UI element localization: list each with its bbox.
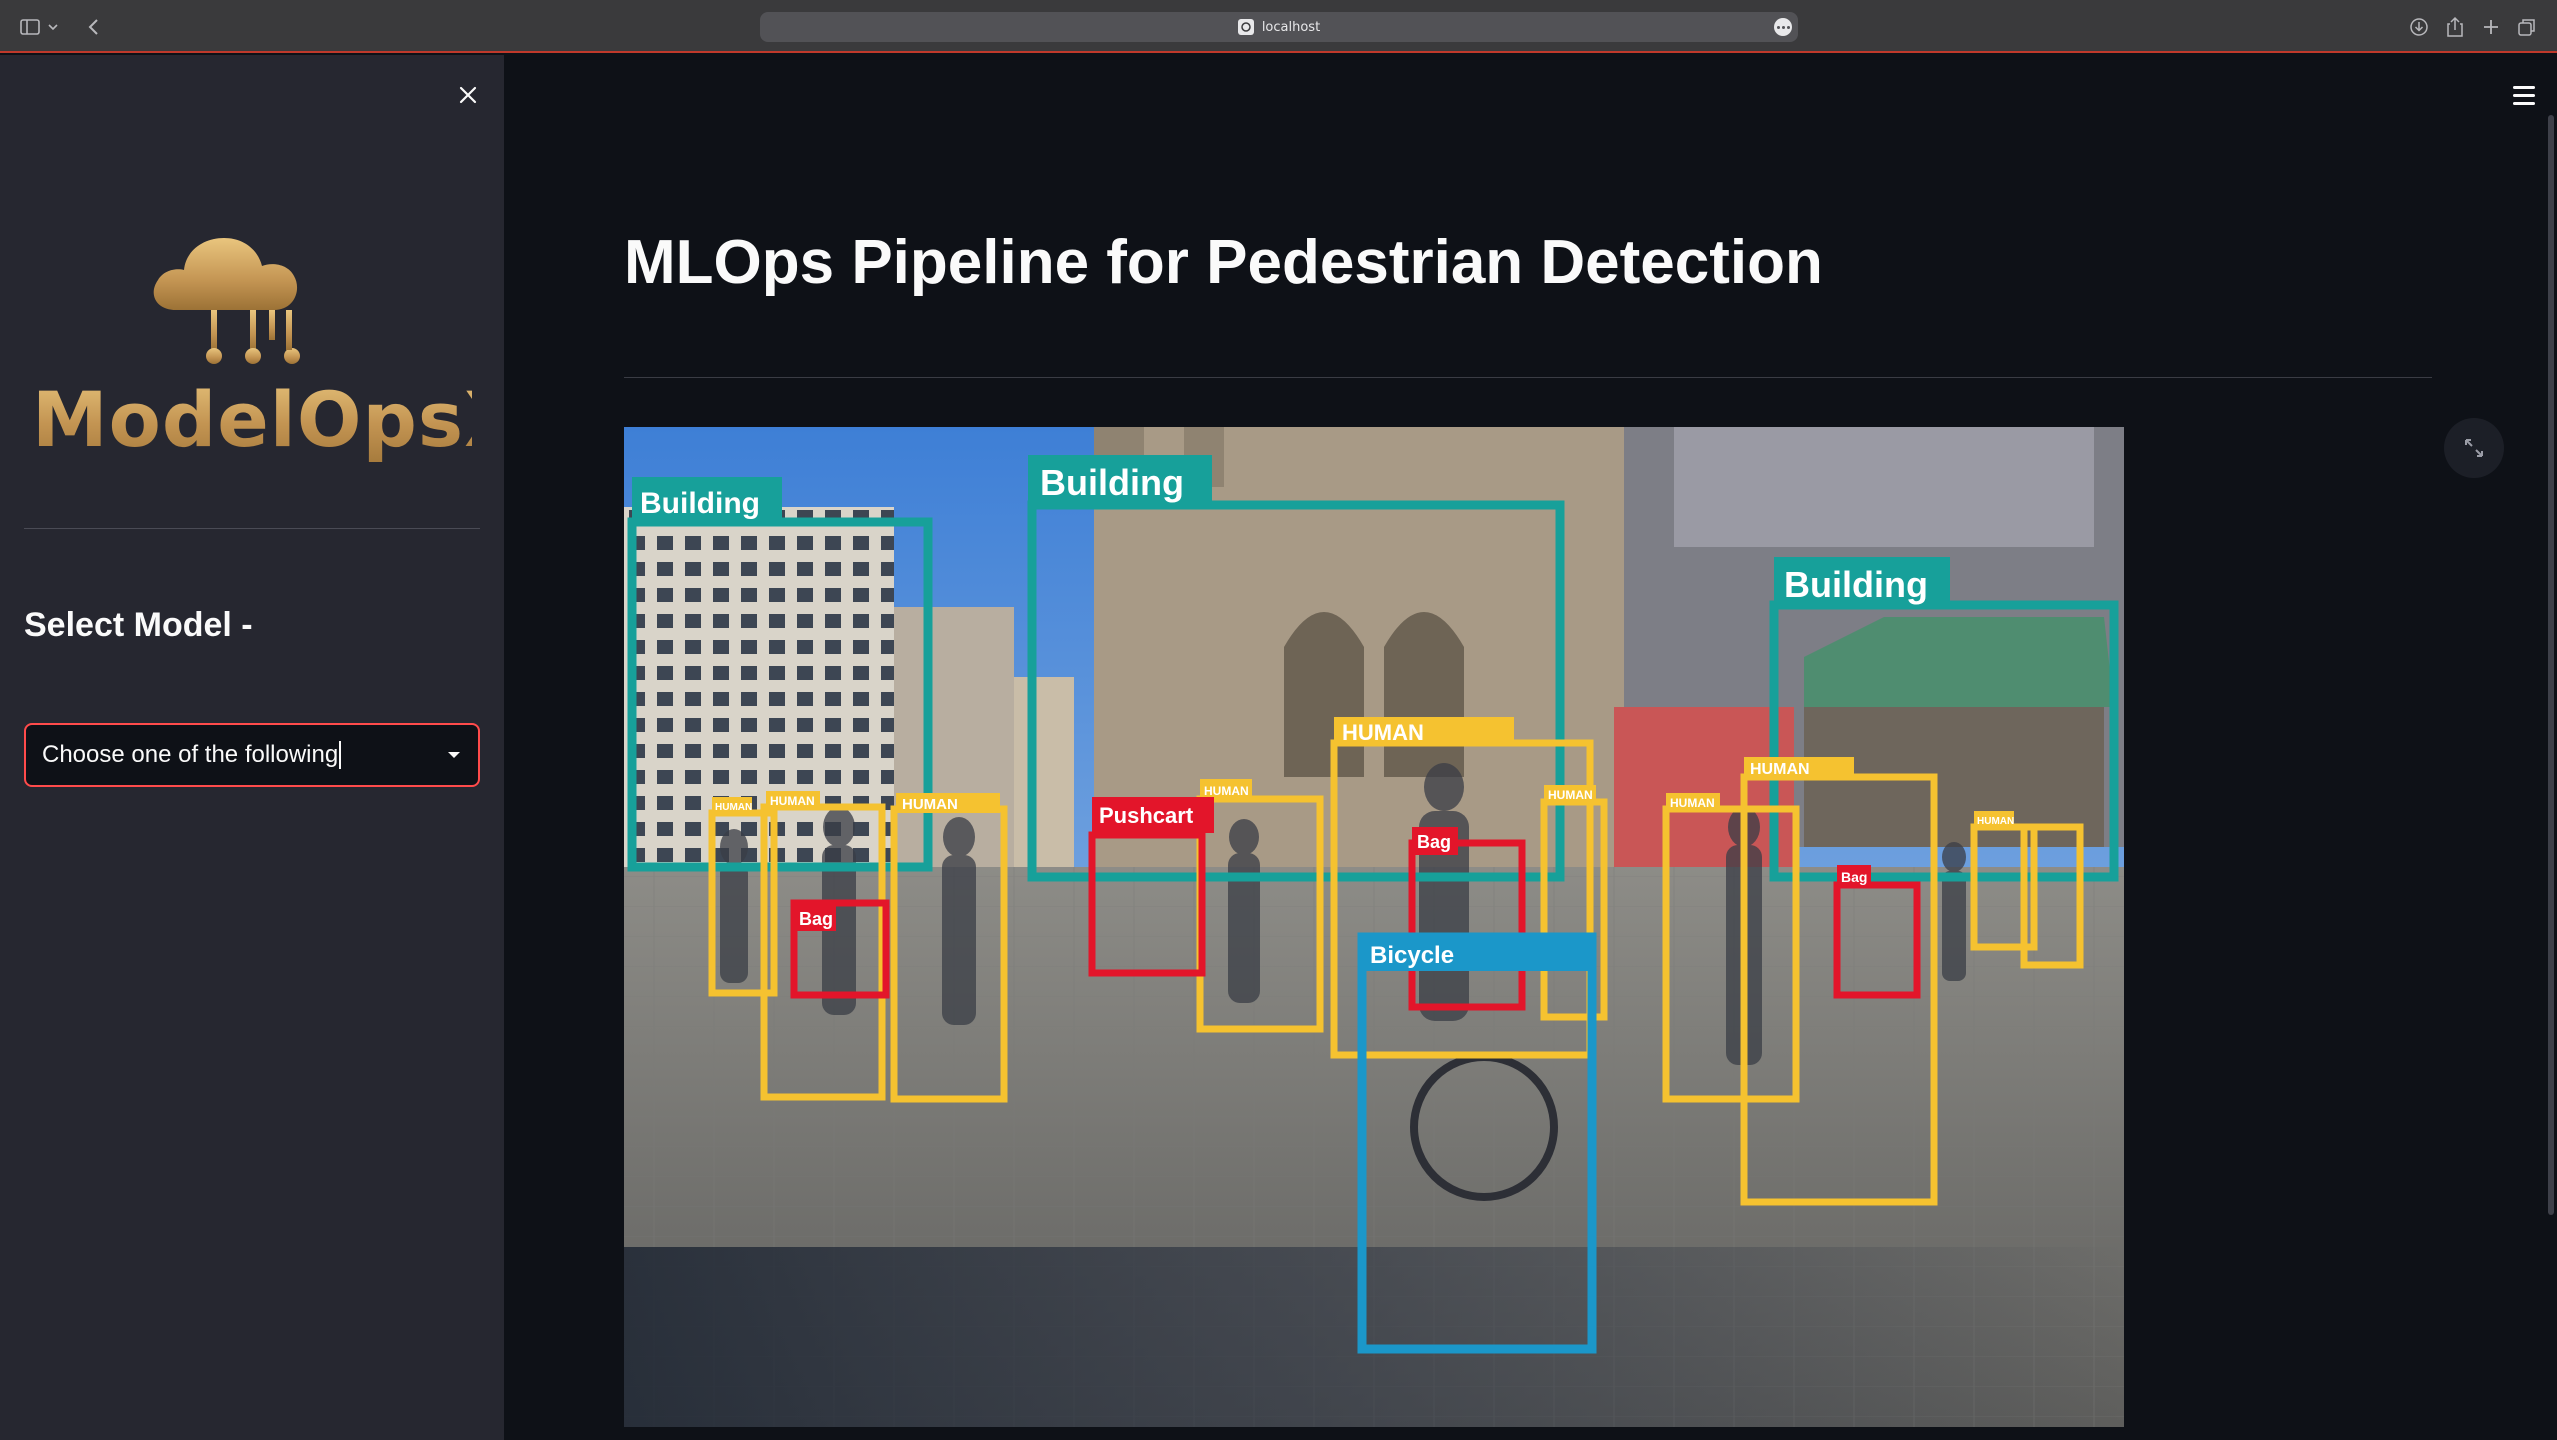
main-menu-icon[interactable] <box>2508 79 2540 111</box>
download-icon[interactable] <box>2405 13 2433 41</box>
sidebar: ModelOpsX Select Model - Choose one of t… <box>0 55 524 1440</box>
human-label-5: HUMAN <box>1204 784 1249 798</box>
human-label-9: HUMAN <box>1977 816 2014 827</box>
scrollbar[interactable] <box>2548 115 2554 1215</box>
select-model-heading: Select Model - <box>24 606 253 644</box>
share-icon[interactable] <box>2441 13 2469 41</box>
human-label-8: HUMAN <box>1670 796 1715 810</box>
url-text: localhost <box>1261 19 1321 35</box>
pushcart-label: Pushcart <box>1099 803 1194 828</box>
more-options-icon[interactable] <box>1774 18 1792 36</box>
chevron-down-icon[interactable] <box>46 13 60 41</box>
close-icon <box>459 86 477 104</box>
building-label-3: Building <box>1784 564 1928 605</box>
bicycle-label: Bicycle <box>1370 942 1454 969</box>
main-content: MLOps Pipeline for Pedestrian Detection <box>504 55 2557 1440</box>
sidebar-divider <box>24 528 480 529</box>
cloud-logo-icon <box>153 238 300 364</box>
title-divider <box>624 377 2432 378</box>
sidebar-toggle-icon[interactable] <box>16 13 44 41</box>
building-label-1: Building <box>640 487 760 520</box>
site-favicon-icon <box>1237 19 1254 35</box>
human-label-6: HUMAN <box>715 802 752 813</box>
browser-toolbar: localhost <box>0 0 2557 53</box>
fullscreen-button[interactable] <box>2444 418 2504 478</box>
bag-label-3: Bag <box>1841 869 1867 885</box>
close-sidebar-button[interactable] <box>451 78 485 112</box>
pedestrian-detection-image: Building Building Building HUMAN HUMAN H… <box>624 427 2124 1427</box>
brand-logo <box>28 210 478 530</box>
bag-label-1: Bag <box>799 909 833 929</box>
address-bar[interactable]: localhost <box>760 12 1798 42</box>
human-label-3: HUMAN <box>770 794 815 808</box>
human-label-2: HUMAN <box>1750 761 1810 778</box>
new-tab-icon[interactable] <box>2477 13 2505 41</box>
tab-overview-icon[interactable] <box>2513 13 2541 41</box>
back-icon[interactable] <box>80 13 108 41</box>
building-label-2: Building <box>1040 462 1184 503</box>
bag-label-2: Bag <box>1417 832 1451 852</box>
dropdown-arrow-icon[interactable] <box>448 752 460 758</box>
model-select[interactable]: Choose one of the following <box>24 723 480 787</box>
human-label-1: HUMAN <box>1342 720 1424 745</box>
human-label-4: HUMAN <box>902 796 958 813</box>
page-title: MLOps Pipeline for Pedestrian Detection <box>624 228 1823 297</box>
text-cursor <box>339 741 342 769</box>
model-select-value: Choose one of the following <box>42 741 339 768</box>
human-label-7: HUMAN <box>1548 788 1593 802</box>
brand-name: ModelOpsX <box>32 375 524 464</box>
expand-icon <box>2465 439 2483 457</box>
